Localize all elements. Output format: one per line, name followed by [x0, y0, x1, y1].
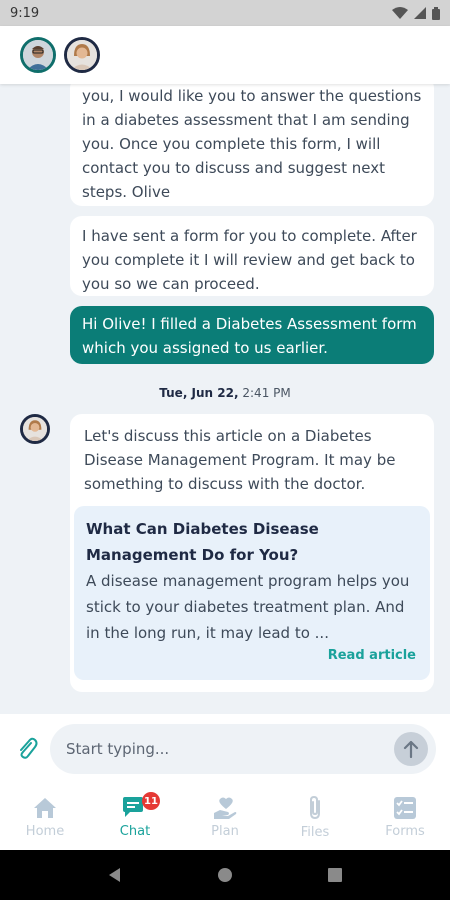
incoming-article-message: Let's discuss this article on a Diabetes… [70, 414, 434, 692]
checklist-icon [394, 796, 416, 819]
article-message-text: Let's discuss this article on a Diabetes… [84, 427, 396, 493]
person-avatar-icon [67, 40, 97, 70]
article-title: What Can Diabetes Disease Management Do … [86, 520, 319, 564]
outgoing-message: Hi Olive! I filled a Diabetes Assessment… [70, 306, 434, 364]
incoming-message: I have sent a form for you to complete. … [70, 216, 434, 296]
nav-label-chat: Chat [119, 823, 151, 839]
status-bar: 9:19 [0, 0, 450, 26]
article-excerpt: A disease management program helps you s… [86, 572, 410, 642]
home-circle-icon[interactable] [217, 867, 233, 883]
nav-item-home[interactable]: Home [0, 784, 90, 850]
date-separator-time: 2:41 PM [242, 386, 291, 400]
article-card[interactable]: What Can Diabetes Disease Management Do … [74, 506, 430, 680]
attach-button[interactable] [14, 734, 40, 764]
nav-item-files[interactable]: Files [270, 784, 360, 850]
nav-item-chat[interactable]: 11 Chat [90, 784, 180, 850]
send-button[interactable] [394, 732, 428, 766]
recents-icon[interactable] [327, 867, 343, 883]
chat-header [0, 26, 450, 84]
avatar-male-participant[interactable] [20, 37, 56, 73]
date-separator: Tue, Jun 22, 2:41 PM [0, 386, 450, 400]
nav-item-plan[interactable]: Plan [180, 784, 270, 850]
nav-label-home: Home [25, 823, 65, 839]
person-avatar-icon [23, 417, 47, 441]
person-avatar-icon [23, 40, 53, 70]
message-input[interactable] [66, 740, 394, 758]
chat-unread-badge: 11 [142, 792, 160, 810]
nav-item-forms[interactable]: Forms [360, 784, 450, 850]
back-icon[interactable] [107, 867, 123, 883]
battery-icon [432, 6, 440, 20]
system-navigation-bar [0, 850, 450, 900]
nav-label-files: Files [300, 824, 330, 840]
bottom-navigation: Home 11 Chat Plan Files Forms [0, 784, 450, 850]
paperclip-icon [310, 795, 320, 819]
wifi-icon [392, 7, 408, 19]
signal-icon [414, 7, 426, 19]
incoming-message: you, I would like you to answer the ques… [70, 84, 434, 206]
nav-label-plan: Plan [211, 823, 239, 839]
date-separator-date: Tue, Jun 22, [159, 386, 239, 400]
message-input-wrapper [50, 724, 436, 774]
avatar-female-participant[interactable] [64, 37, 100, 73]
status-icons [392, 6, 440, 20]
read-article-link[interactable]: Read article [328, 644, 416, 668]
message-composer [0, 714, 450, 784]
arrow-up-icon [403, 740, 419, 758]
care-plan-icon [214, 797, 237, 819]
sender-avatar[interactable] [20, 414, 50, 444]
status-time: 9:19 [10, 5, 40, 21]
home-icon [34, 797, 56, 818]
message-list[interactable]: you, I would like you to answer the ques… [0, 84, 450, 714]
paperclip-icon [20, 737, 38, 759]
nav-label-forms: Forms [385, 823, 425, 839]
